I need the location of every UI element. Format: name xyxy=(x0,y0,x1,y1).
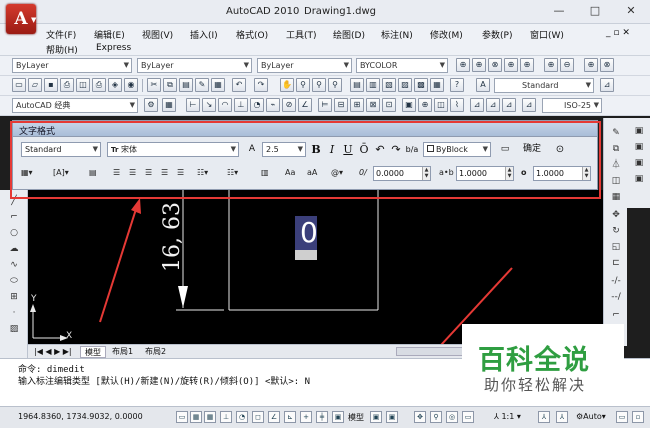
snap-icon[interactable]: ▦ xyxy=(190,411,202,423)
layout-icon[interactable]: ▣ xyxy=(386,411,398,423)
auto-scale-icon[interactable]: ⅄ xyxy=(556,411,568,423)
otrack-icon[interactable]: ∠ xyxy=(268,411,280,423)
scale-icon[interactable]: ◱ xyxy=(609,240,623,254)
zoom-icon[interactable]: ⚲ xyxy=(430,411,442,423)
watermark-subtitle: 助你轻松解决 xyxy=(484,376,587,394)
quick-properties-icon[interactable]: ▣ xyxy=(332,411,344,423)
move-icon[interactable]: ✥ xyxy=(609,208,623,222)
bring-front-icon[interactable]: ▣ xyxy=(632,124,646,138)
tab-layout2[interactable]: 布局2 xyxy=(141,346,170,358)
osnap-icon[interactable]: ◻ xyxy=(252,411,264,423)
fillet-icon[interactable]: ⌐ xyxy=(609,308,623,322)
steering-wheel-icon[interactable]: ◎ xyxy=(446,411,458,423)
red-arrowhead-upper xyxy=(131,198,141,214)
grid-icon[interactable]: ▦ xyxy=(204,411,216,423)
trim-icon[interactable]: -/- xyxy=(609,274,623,288)
send-under-icon[interactable]: ▣ xyxy=(632,172,646,186)
layout-icon[interactable]: ▣ xyxy=(370,411,382,423)
clean-screen-icon[interactable]: ▫ xyxy=(632,411,644,423)
copy-object-icon[interactable]: ⧉ xyxy=(609,142,623,156)
bring-above-icon[interactable]: ▣ xyxy=(632,156,646,170)
toolbar-lock-icon[interactable]: ▭ xyxy=(616,411,628,423)
extend-icon[interactable]: --/ xyxy=(609,290,623,304)
workspace-switch[interactable]: ⚙Auto▾ xyxy=(576,412,606,421)
polar-icon[interactable]: ◔ xyxy=(236,411,248,423)
rotate-icon[interactable]: ↻ xyxy=(609,224,623,238)
ortho-icon[interactable]: ⊥ xyxy=(220,411,232,423)
watermark-title: 百科全说 xyxy=(478,345,590,376)
ducs-icon[interactable]: ⊾ xyxy=(284,411,296,423)
annotation-scale-value: 1:1 xyxy=(501,412,515,421)
dyn-icon[interactable]: + xyxy=(300,411,312,423)
command-prompt-line: 输入标注编辑类型 [默认(H)/新建(N)/旋转(R)/倾斜(O)] <默认>:… xyxy=(18,377,311,387)
status-bar: 1964.8360, 1734.9032, 0.0000 ▭ ▦ ▦ ⊥ ◔ ◻… xyxy=(0,406,650,428)
tab-nav-arrows[interactable]: |◀ ◀ ▶ ▶| xyxy=(30,346,76,358)
workspace-switch-label: Auto xyxy=(583,412,602,421)
tab-model[interactable]: 模型 xyxy=(80,346,106,358)
offset-icon[interactable]: ◫ xyxy=(609,174,623,188)
erase-icon[interactable]: ✎ xyxy=(609,126,623,140)
highlight-box xyxy=(10,121,601,199)
app-logo-letter: A xyxy=(14,9,28,29)
red-arrow-upper xyxy=(99,205,138,323)
array-icon[interactable]: ▦ xyxy=(609,190,623,204)
annotation-visibility-icon[interactable]: ⅄ xyxy=(538,411,550,423)
mirror-icon[interactable]: ⏃ xyxy=(609,158,623,172)
send-back-icon[interactable]: ▣ xyxy=(632,140,646,154)
draworder-toolbar: ▣ ▣ ▣ ▣ xyxy=(627,118,650,208)
coordinate-readout: 1964.8360, 1734.9032, 0.0000 xyxy=(18,412,143,421)
infer-constraints-icon[interactable]: ▭ xyxy=(176,411,188,423)
modify-toolbar: ✎ ⧉ ⏃ ◫ ▦ ✥ ↻ ◱ ⊏ -/- --/ ⌐ xyxy=(603,118,627,346)
model-space-label[interactable]: 模型 xyxy=(348,412,364,423)
pan-icon[interactable]: ✥ xyxy=(414,411,426,423)
tab-layout1[interactable]: 布局1 xyxy=(108,346,137,358)
lineweight-icon[interactable]: ╪ xyxy=(316,411,328,423)
showmotion-icon[interactable]: ▭ xyxy=(462,411,474,423)
chevron-down-icon: ▼ xyxy=(31,16,37,24)
stretch-icon[interactable]: ⊏ xyxy=(609,256,623,270)
annotation-scale[interactable]: ⅄ 1:1 ▾ xyxy=(494,412,521,421)
